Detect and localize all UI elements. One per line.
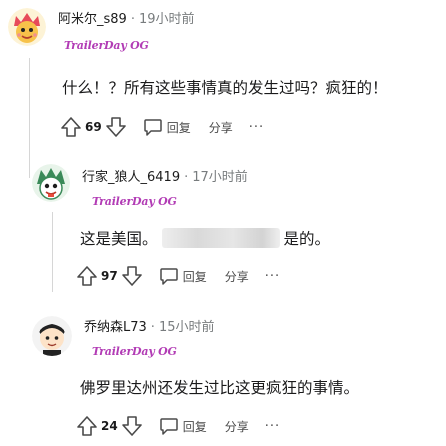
thread-line: [52, 212, 53, 292]
speech-bubble-icon[interactable]: [143, 117, 163, 137]
comment-body: 佛罗里达州还发生过比这更疯狂的事情。: [80, 379, 360, 397]
avatar[interactable]: [32, 316, 72, 356]
reply-button[interactable]: 回复: [183, 268, 207, 285]
timestamp: 19小时前: [138, 12, 195, 27]
thread-line: [29, 58, 30, 178]
user-flair: TrailerDay OG: [92, 345, 177, 358]
comment-actions: 24 回复 分享 ···: [76, 413, 280, 439]
timestamp: 15小时前: [158, 320, 215, 335]
vote-score: 97: [101, 269, 118, 283]
arrow-down-icon[interactable]: [121, 415, 143, 437]
avatar-image: [32, 164, 70, 202]
arrow-up-icon[interactable]: [76, 415, 98, 437]
vote-score: 69: [85, 120, 102, 134]
avatar-image: [32, 316, 72, 356]
username[interactable]: 阿米尔_s89: [58, 12, 127, 27]
reply-button[interactable]: 回复: [183, 418, 207, 435]
username[interactable]: 乔纳森L73: [84, 320, 147, 335]
comment-meta: 阿米尔_s89 · 19小时前: [58, 12, 195, 28]
separator: ·: [184, 170, 189, 185]
share-button[interactable]: 分享: [225, 268, 249, 285]
arrow-down-icon[interactable]: [105, 116, 127, 138]
comment-body-text: 是的。: [283, 230, 331, 248]
arrow-up-icon[interactable]: [76, 265, 98, 287]
separator: ·: [150, 320, 155, 335]
comment-meta: 行家_狼人_6419 · 17小时前: [82, 170, 248, 186]
reply-button[interactable]: 回复: [167, 119, 191, 136]
avatar[interactable]: [8, 8, 46, 46]
separator: ·: [130, 12, 135, 27]
timestamp: 17小时前: [192, 170, 248, 185]
avatar[interactable]: [32, 164, 70, 202]
avatar-image: [8, 8, 46, 46]
user-flair: TrailerDay OG: [92, 195, 177, 208]
speech-bubble-icon[interactable]: [159, 266, 179, 286]
ellipsis-icon[interactable]: ···: [265, 269, 280, 284]
speech-bubble-icon[interactable]: [159, 416, 179, 436]
comment-body: 什么！？所有这些事情真的发生过吗？疯狂的！: [62, 79, 388, 97]
arrow-down-icon[interactable]: [121, 265, 143, 287]
redacted-blur: [161, 228, 280, 248]
comment-actions: 69 回复 分享 ···: [60, 114, 264, 140]
ellipsis-icon[interactable]: ···: [249, 120, 264, 135]
comment-actions: 97 回复 分享 ···: [76, 263, 280, 289]
username[interactable]: 行家_狼人_6419: [82, 170, 180, 185]
user-flair: TrailerDay OG: [64, 39, 149, 52]
arrow-up-icon[interactable]: [60, 116, 82, 138]
comment-body: 这是美国。 是的。: [80, 228, 330, 249]
share-button[interactable]: 分享: [209, 119, 233, 136]
share-button[interactable]: 分享: [225, 418, 249, 435]
comment-meta: 乔纳森L73 · 15小时前: [84, 320, 214, 336]
comment-body-text: 这是美国。: [80, 230, 158, 248]
ellipsis-icon[interactable]: ···: [265, 419, 280, 434]
vote-score: 24: [101, 419, 118, 433]
